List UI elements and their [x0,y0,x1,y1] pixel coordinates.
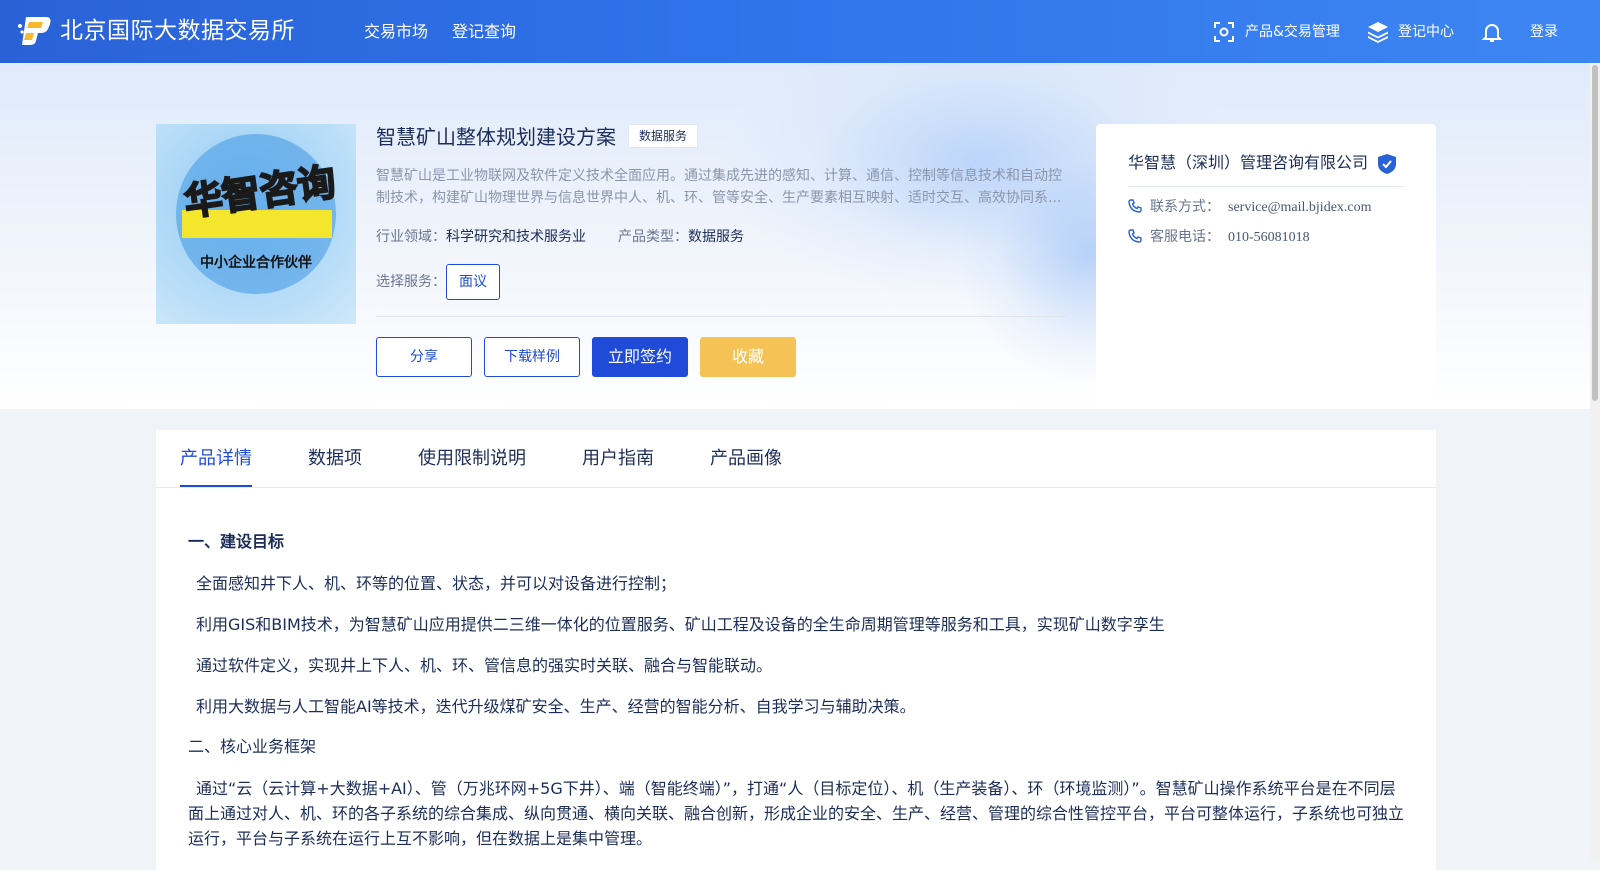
product-detail-panel: 产品详情 数据项 使用限制说明 用户指南 产品画像 一、建设目标 全面感知井下人… [156,430,1436,870]
product-description-line-2: 制技术，构建矿山物理世界与信息世界中人、机、环、管等安全、生产要素相互映射、适时… [376,190,1062,206]
detail-paragraph: 通过软件定义，实现井上下人、机、环、管信息的强实时关联、融合与智能联动。 [196,656,773,675]
industry-field: 行业领域：科学研究和技术服务业 [376,226,586,248]
detail-tabs: 产品详情 数据项 使用限制说明 用户指南 产品画像 [156,430,1436,488]
product-type-value: 数据服务 [688,229,744,245]
product-description: 智慧矿山是工业物联网及软件定义技术全面应用。通过集成先进的感知、计算、通信、控制… [376,165,1066,209]
login-link[interactable]: 登录 [1530,21,1558,43]
tab-usage-restrictions[interactable]: 使用限制说明 [418,446,526,472]
logo-icon[interactable] [16,14,52,48]
vendor-name[interactable]: 华智慧（深圳）管理咨询有限公司 [1128,150,1368,176]
scan-icon[interactable] [1212,20,1236,44]
vendor-phone-row: 客服电话： 010-56081018 [1128,226,1310,249]
section-title-framework: 二、核心业务框架 [188,737,317,756]
scrollbar-thumb[interactable] [1592,65,1598,401]
product-image-subtitle: 中小企业合作伙伴 [200,255,312,271]
product-type-field: 产品类型：数据服务 [618,226,744,248]
product-title: 智慧矿山整体规划建设方案 [376,125,616,149]
vendor-phone-label: 客服电话： [1150,229,1220,245]
verified-badge-icon [1378,154,1396,174]
section-title-goals: 一、建设目标 [188,532,285,551]
detail-paragraph: 通过“云（云计算+大数据+AI）、管（万兆环网+5G下井）、端（智能终端）”，打… [188,779,1405,848]
active-tab-indicator [180,485,252,487]
product-type-label: 产品类型： [618,229,688,245]
product-description-line-1: 智慧矿山是工业物联网及软件定义技术全面应用。通过集成先进的感知、计算、通信、控制… [376,168,1062,184]
favorite-button[interactable]: 收藏 [700,337,796,377]
download-sample-button[interactable]: 下载样例 [484,337,580,377]
share-button[interactable]: 分享 [376,337,472,377]
detail-paragraph: 全面感知井下人、机、环等的位置、状态，并可以对设备进行控制； [196,574,677,593]
service-option-negotiable[interactable]: 面议 [446,264,500,300]
brand-title[interactable]: 北京国际大数据交易所 [60,14,295,48]
select-service-label: 选择服务： [376,274,446,290]
phone-icon [1128,199,1142,213]
tab-product-details[interactable]: 产品详情 [180,446,252,472]
tab-product-portrait[interactable]: 产品画像 [710,446,782,472]
industry-label: 行业领域： [376,229,446,245]
sign-now-button[interactable]: 立即签约 [592,337,688,377]
product-image: 华智咨询 中小企业合作伙伴 [156,124,356,324]
tab-user-guide[interactable]: 用户指南 [582,446,654,472]
vendor-contact-row: 联系方式： service@mail.bjidex.com [1128,196,1372,219]
layers-icon[interactable] [1366,20,1390,44]
product-trade-management-link[interactable]: 产品&交易管理 [1245,21,1340,43]
hero-divider [376,316,1066,317]
vendor-phone-value[interactable]: 010-56081018 [1228,230,1310,245]
bell-icon[interactable] [1480,20,1504,44]
tab-data-items[interactable]: 数据项 [308,446,362,472]
vendor-contact-value[interactable]: service@mail.bjidex.com [1228,200,1372,215]
phone-icon [1128,229,1142,243]
detail-paragraph: 利用大数据与人工智能AI等技术，迭代升级煤矿安全、生产、经营的智能分析、自我学习… [196,697,916,716]
vendor-card: 华智慧（深圳）管理咨询有限公司 联系方式： service@mail.bjidex… [1096,124,1436,409]
nav-register-query[interactable]: 登记查询 [452,20,516,44]
vendor-contact-label: 联系方式： [1150,199,1220,215]
nav-trade-market[interactable]: 交易市场 [364,20,428,44]
register-center-link[interactable]: 登记中心 [1398,21,1454,43]
page-scrollbar[interactable] [1590,63,1600,861]
product-category-tag: 数据服务 [628,124,699,148]
top-navigation-bar: 北京国际大数据交易所 交易市场 登记查询 产品&交易管理 登记中心 登录 [0,0,1600,63]
vendor-divider [1128,186,1404,187]
detail-paragraph: 利用GIS和BIM技术，为智慧矿山应用提供二三维一体化的位置服务、矿山工程及设备… [196,615,1165,634]
industry-value: 科学研究和技术服务业 [446,229,586,245]
